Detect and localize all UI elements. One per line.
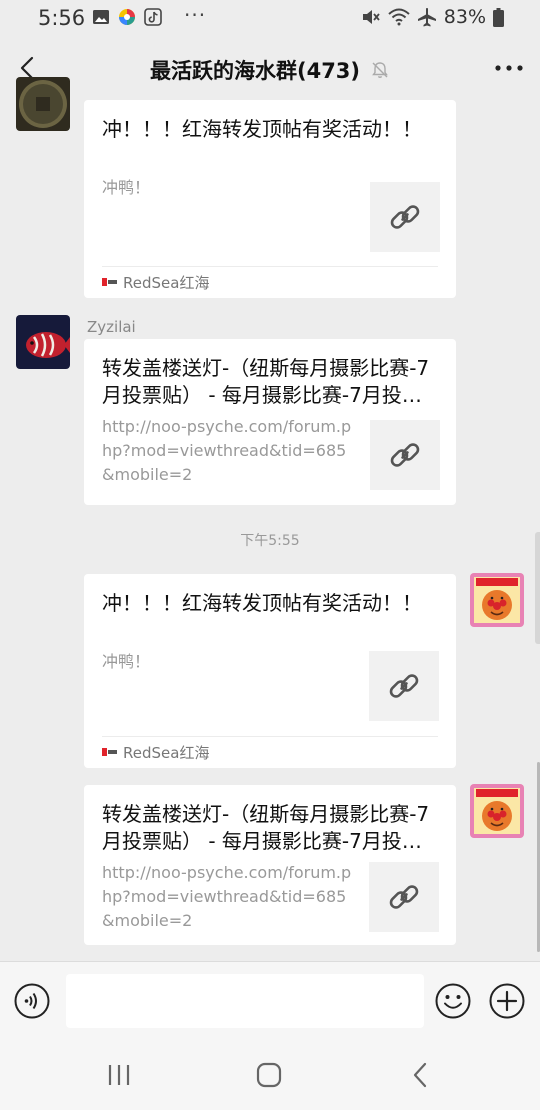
system-nav-bar (0, 1040, 540, 1110)
card-source: RedSea红海 (102, 266, 438, 297)
bell-off-icon (372, 62, 388, 78)
sender-name: Zyzilai (87, 318, 136, 336)
avatar[interactable] (16, 77, 70, 131)
emoji-icon[interactable] (435, 983, 471, 1019)
link-icon (389, 885, 419, 909)
link-card[interactable]: 冲！！！红海转发顶帖有奖活动！！ 冲鸭！ RedSea红海 (84, 100, 456, 298)
mute-icon (362, 10, 380, 24)
source-label: RedSea红海 (123, 743, 210, 762)
card-title: 冲！！！红海转发顶帖有奖活动！！ (102, 591, 422, 615)
status-time: 5:56 (38, 6, 86, 30)
status-more-indicator: ··· (184, 3, 207, 27)
voice-icon[interactable] (14, 983, 50, 1019)
message-timestamp: 下午5:55 (240, 533, 300, 549)
chat-title: 最活跃的海水群(473) (149, 59, 361, 83)
pinwheel-app-icon (119, 9, 135, 25)
self-avatar[interactable] (470, 573, 524, 627)
avatar[interactable] (16, 315, 70, 369)
redsea-logo-icon (102, 748, 117, 756)
battery-icon (493, 7, 504, 27)
recent-apps-icon[interactable] (106, 1064, 132, 1086)
link-card[interactable]: 转发盖楼送灯-（纽斯每月摄影比赛-7月投票贴） - 每月摄影比赛-7月投票贴 h… (84, 339, 456, 505)
redsea-logo-icon (102, 278, 117, 286)
card-description: 冲鸭！ (102, 178, 151, 197)
status-bar: 5:56 ··· 83% (0, 0, 540, 36)
card-description: http://noo-psyche.com/forum.php?mod=view… (102, 863, 352, 930)
back-icon[interactable] (410, 1062, 430, 1088)
card-thumbnail (370, 420, 440, 490)
airplane-icon (417, 8, 436, 27)
link-icon (390, 205, 420, 229)
battery-percent: 83% (443, 6, 486, 28)
link-card[interactable]: 冲！！！红海转发顶帖有奖活动！！ 冲鸭！ RedSea红海 (84, 574, 456, 768)
tiktok-app-icon (144, 8, 162, 26)
message-input[interactable] (66, 974, 424, 1028)
edge-panel-handle[interactable] (535, 532, 540, 644)
source-label: RedSea红海 (123, 273, 210, 292)
card-source: RedSea红海 (102, 736, 438, 767)
more-dots-icon[interactable] (492, 52, 526, 84)
plus-icon[interactable] (489, 983, 525, 1019)
link-icon (389, 674, 419, 698)
card-thumbnail (369, 862, 439, 932)
card-thumbnail (369, 651, 439, 721)
card-title: 转发盖楼送灯-（纽斯每月摄影比赛-7月投票贴） - 每月摄影比赛-7月投票贴 (102, 802, 430, 853)
card-title: 转发盖楼送灯-（纽斯每月摄影比赛-7月投票贴） - 每月摄影比赛-7月投票贴 (102, 356, 430, 407)
self-avatar[interactable] (470, 784, 524, 838)
card-title: 冲！！！红海转发顶帖有奖活动！！ (102, 117, 422, 141)
input-bar (0, 961, 540, 1040)
wifi-icon (388, 8, 410, 26)
home-icon[interactable] (256, 1062, 282, 1088)
link-card[interactable]: 转发盖楼送灯-（纽斯每月摄影比赛-7月投票贴） - 每月摄影比赛-7月投票贴 h… (84, 785, 456, 945)
link-icon (390, 443, 420, 467)
gallery-icon (93, 10, 109, 24)
card-thumbnail (370, 182, 440, 252)
chat-header: 最活跃的海水群(473) (0, 40, 540, 96)
card-description: 冲鸭！ (102, 652, 151, 671)
card-description: http://noo-psyche.com/forum.php?mod=view… (102, 417, 352, 484)
